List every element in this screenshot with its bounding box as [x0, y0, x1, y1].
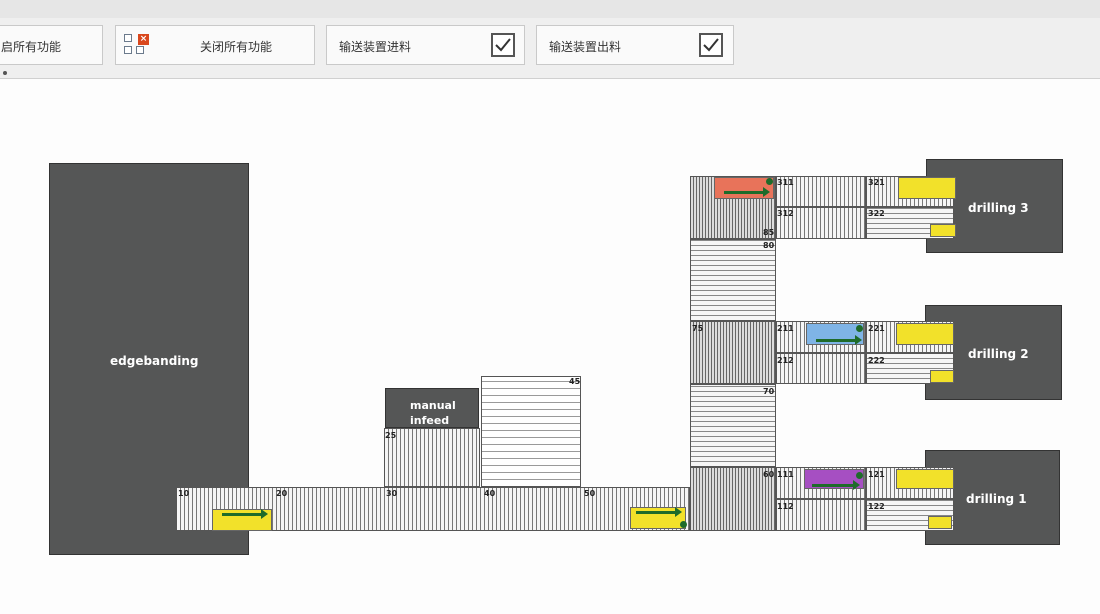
workpiece[interactable]: [930, 224, 956, 237]
manual-infeed-label: manual infeed: [410, 399, 456, 427]
conveyor-label-80: 80: [763, 241, 775, 250]
workpiece[interactable]: [896, 469, 954, 489]
drilling-2-label: drilling 2: [968, 347, 1029, 361]
conveyor-label-45: 45: [569, 377, 581, 386]
conveyor-label-321: 321: [868, 178, 885, 187]
sensor-dot: [680, 521, 687, 528]
start-all-button[interactable]: 启所有功能: [0, 25, 103, 65]
conveyor-label-25: 25: [385, 431, 397, 440]
drilling-1-label: drilling 1: [966, 492, 1027, 506]
checkmark-icon: [703, 38, 719, 52]
conveyor-label-211: 211: [777, 324, 794, 333]
buffer-45[interactable]: [481, 376, 581, 487]
workpiece[interactable]: [896, 323, 954, 345]
stop-all-button[interactable]: × 关闭所有功能: [115, 25, 315, 65]
workpiece[interactable]: [928, 516, 952, 529]
conveyor-label-30: 30: [386, 489, 398, 498]
status-dot: [3, 71, 7, 75]
conveyor-label-111: 111: [777, 470, 794, 479]
conveyor-label-122: 122: [868, 502, 885, 511]
conveyor-label-112: 112: [777, 502, 794, 511]
right-arrow-icon: [816, 335, 862, 345]
start-all-label: 启所有功能: [1, 40, 62, 54]
conveyor-80[interactable]: [690, 239, 776, 321]
conveyor-label-50: 50: [584, 489, 596, 498]
conveyor-label-121: 121: [868, 470, 885, 479]
right-arrow-icon: [636, 507, 682, 517]
conveyor-label-221: 221: [868, 324, 885, 333]
manual-infeed-machine[interactable]: manual infeed: [385, 388, 479, 428]
infeed-toggle-label: 输送装置进料: [339, 40, 412, 54]
conveyor-layout: edgebanding 10 20 30 40 50 manual infeed…: [0, 79, 1100, 614]
conveyor-label-20: 20: [276, 489, 288, 498]
right-arrow-icon: [724, 187, 770, 197]
outfeed-toggle[interactable]: 输送装置出料: [536, 25, 734, 65]
checkmark-icon: [495, 38, 511, 52]
conveyor-label-60: 60: [763, 470, 775, 479]
conveyor-label-222: 222: [868, 356, 885, 365]
workpiece[interactable]: [898, 177, 956, 199]
conveyor-label-70: 70: [763, 387, 775, 396]
toolbar: 启所有功能 × 关闭所有功能 输送装置进料 输送装置出料: [0, 0, 1100, 79]
conveyor-70[interactable]: [690, 384, 776, 467]
grid-with-x-icon: ×: [124, 34, 150, 58]
drilling-3-label: drilling 3: [968, 201, 1029, 215]
conveyor-label-312: 312: [777, 209, 794, 218]
conveyor-label-10: 10: [178, 489, 190, 498]
conveyor-25[interactable]: [384, 428, 480, 487]
outfeed-checkbox[interactable]: [699, 33, 723, 57]
right-arrow-icon: [222, 509, 268, 519]
conveyor-label-322: 322: [868, 209, 885, 218]
conveyor-label-85: 85: [763, 228, 775, 237]
workpiece[interactable]: [930, 370, 954, 383]
infeed-toggle[interactable]: 输送装置进料: [326, 25, 525, 65]
conveyor-label-40: 40: [484, 489, 496, 498]
conveyor-label-311: 311: [777, 178, 794, 187]
conveyor-label-212: 212: [777, 356, 794, 365]
conveyor-label-75: 75: [692, 324, 704, 333]
edgebanding-label: edgebanding: [110, 354, 199, 368]
infeed-checkbox[interactable]: [491, 33, 515, 57]
sensor-dot: [856, 472, 863, 479]
right-arrow-icon: [812, 480, 860, 490]
sensor-dot: [766, 178, 773, 185]
stop-all-label: 关闭所有功能: [200, 40, 273, 54]
top-strip: [0, 0, 1100, 18]
sensor-dot: [856, 325, 863, 332]
outfeed-toggle-label: 输送装置出料: [549, 40, 622, 54]
